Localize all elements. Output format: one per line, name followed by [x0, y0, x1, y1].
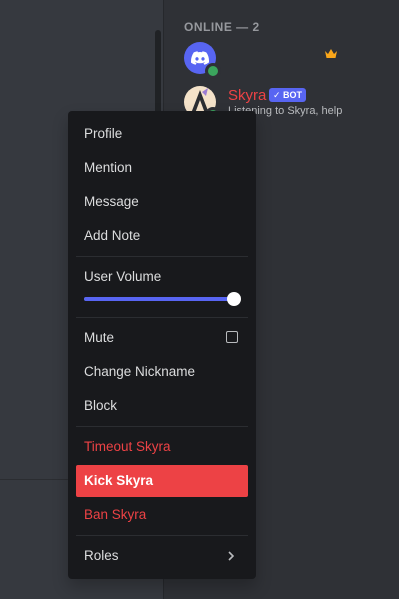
menu-item-label: Message	[84, 194, 139, 209]
menu-item-label: User Volume	[84, 269, 162, 284]
menu-separator	[76, 317, 248, 318]
menu-item-label: Mention	[84, 160, 133, 175]
menu-separator	[76, 426, 248, 427]
member-name: Skyra	[228, 87, 267, 104]
menu-item-profile[interactable]: Profile	[76, 118, 248, 150]
menu-item-label: Roles	[84, 548, 119, 563]
menu-item-label: Ban Skyra	[84, 507, 147, 522]
user-volume-fill	[84, 297, 234, 301]
menu-item-change-nickname[interactable]: Change Nickname	[76, 356, 248, 388]
mute-checkbox[interactable]	[226, 331, 238, 343]
menu-item-timeout[interactable]: Timeout Skyra	[76, 431, 248, 463]
user-context-menu: Profile Mention Message Add Note User Vo…	[68, 111, 256, 579]
member-item-server-owner[interactable]	[184, 42, 394, 79]
bot-badge: ✓ BOT	[269, 88, 307, 102]
menu-item-user-volume: User Volume	[76, 261, 248, 293]
online-section-header: ONLINE — 2	[184, 20, 260, 34]
crown-icon	[325, 49, 337, 58]
user-volume-handle[interactable]	[227, 292, 241, 306]
menu-item-label: Timeout Skyra	[84, 439, 171, 454]
menu-item-ban[interactable]: Ban Skyra	[76, 499, 248, 531]
discord-logo-icon	[191, 51, 209, 65]
menu-item-label: Mute	[84, 330, 115, 345]
menu-item-block[interactable]: Block	[76, 390, 248, 422]
menu-item-message[interactable]: Message	[76, 186, 248, 218]
user-volume-slider[interactable]	[84, 292, 241, 306]
menu-separator	[76, 256, 248, 257]
menu-item-kick[interactable]: Kick Skyra	[76, 465, 248, 497]
menu-item-label: Block	[84, 398, 118, 413]
menu-item-label: Add Note	[84, 228, 141, 243]
menu-item-add-note[interactable]: Add Note	[76, 220, 248, 252]
menu-item-mention[interactable]: Mention	[76, 152, 248, 184]
online-status-dot	[205, 63, 221, 79]
menu-item-mute[interactable]: Mute	[76, 322, 248, 354]
menu-item-label: Profile	[84, 126, 123, 141]
chevron-right-icon	[228, 551, 234, 561]
menu-separator	[76, 535, 248, 536]
menu-item-label: Change Nickname	[84, 364, 196, 379]
menu-item-roles[interactable]: Roles	[76, 540, 248, 572]
menu-item-label: Kick Skyra	[84, 473, 154, 488]
